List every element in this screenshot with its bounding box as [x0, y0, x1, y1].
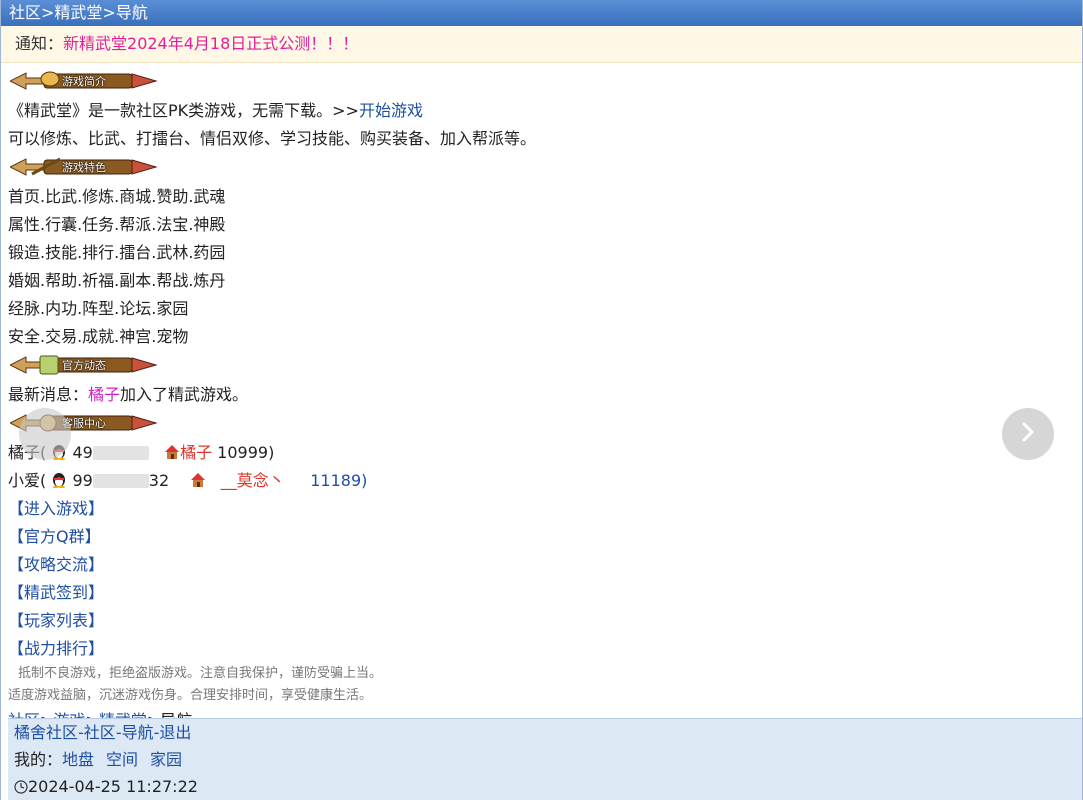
footer-home-link[interactable]: 橘舍社区: [14, 723, 78, 742]
service-row-1: 橘子( 49 橘子 10999): [8, 439, 1075, 467]
masked-region: [92, 474, 149, 488]
masked-region: [92, 446, 149, 460]
qq-number: 49: [72, 443, 93, 462]
badge-features-label: 游戏特色: [62, 161, 106, 174]
footer-mine: 我的：地盘 空间 家园: [14, 746, 1082, 773]
footer-community-link[interactable]: 社区: [84, 723, 116, 742]
start-game-link[interactable]: 开始游戏: [359, 101, 423, 120]
intro-line-2: 可以修炼、比武、打擂台、情侣双修、学习技能、购买装备、加入帮派等。: [8, 129, 537, 148]
section-badge-intro: 游戏简介: [10, 70, 160, 92]
qq-number-tail: 32: [148, 471, 170, 490]
section-badge-features: 游戏特色: [10, 156, 160, 178]
player-id: 11189): [310, 471, 368, 490]
notice-bar: 通知：新精武堂2024年4月18日正式公测！！！: [1, 26, 1082, 63]
news-line: 最新消息：橘子加入了精武游戏。: [8, 381, 1075, 409]
next-page-button[interactable]: [1002, 408, 1054, 460]
top-breadcrumb: 社区>精武堂>导航: [1, 0, 1082, 26]
menu-link-row: 【战力排行】: [8, 635, 1075, 663]
main-content: 游戏简介 《精武堂》是一款社区PK类游戏，无需下载。>>开始游戏 可以修炼、比武…: [1, 63, 1082, 735]
feature-row: 安全.交易.成就.神宫.宠物: [8, 327, 189, 346]
disclaimer-line-1: 抵制不良游戏，拒绝盗版游戏。注意自我保护，谨防受骗上当。: [18, 666, 383, 681]
current-time: 2024-04-25 11:27:22: [28, 777, 198, 796]
intro-line-1: 《精武堂》是一款社区PK类游戏，无需下载。>>开始游戏: [8, 97, 1075, 125]
menu-link-row: 【官方Q群】: [8, 523, 1075, 551]
feature-row: 属性.行囊.任务.帮派.法宝.神殿: [8, 215, 226, 234]
footer-nav: 橘舍社区-社区-导航-退出: [14, 719, 1082, 746]
notice-message: 新精武堂2024年4月18日正式公测: [63, 34, 311, 53]
player-id: 10999): [217, 443, 275, 462]
house-icon: [190, 469, 206, 497]
clock-icon: [14, 775, 28, 800]
carousel-prev-overlay[interactable]: [19, 408, 71, 460]
service-player-link[interactable]: __莫念丶: [221, 471, 285, 490]
strategy-link[interactable]: 【攻略交流】: [8, 555, 104, 574]
service-row-2: 小爱( 99 32 __莫念丶 11189): [8, 467, 1075, 495]
player-list-link[interactable]: 【玩家列表】: [8, 611, 104, 630]
badge-news-label: 官方动态: [62, 359, 106, 372]
feature-row: 锻造.技能.排行.擂台.武林.药园: [8, 243, 226, 262]
intro-text: 《精武堂》是一款社区PK类游戏，无需下载。>>: [8, 101, 359, 120]
footer-panel: 橘舍社区-社区-导航-退出 我的：地盘 空间 家园 2024-04-25 11:27…: [8, 718, 1082, 800]
news-user-link[interactable]: 橘子: [88, 385, 120, 404]
menu-link-row: 【精武签到】: [8, 579, 1075, 607]
menu-link-row: 【进入游戏】: [8, 495, 1075, 523]
page: 社区>精武堂>导航 通知：新精武堂2024年4月18日正式公测！！！ 游戏简介 …: [0, 0, 1083, 800]
menu-link-row: 【玩家列表】: [8, 607, 1075, 635]
badge-intro-label: 游戏简介: [62, 75, 106, 88]
footer-clock: 2024-04-25 11:27:22: [14, 773, 1082, 800]
qq-penguin-icon: [51, 469, 67, 497]
checkin-link[interactable]: 【精武签到】: [8, 583, 104, 602]
section-badge-news: 官方动态: [10, 354, 160, 376]
notice-label: 通知：: [15, 34, 64, 53]
power-ranking-link[interactable]: 【战力排行】: [8, 639, 104, 658]
menu-link-row: 【攻略交流】: [8, 551, 1075, 579]
service-player-link[interactable]: 橘子: [180, 443, 212, 462]
official-qq-group-link[interactable]: 【官方Q群】: [8, 527, 101, 546]
chevron-right-icon: [1018, 420, 1038, 448]
disclaimer-line-2: 适度游戏益脑，沉迷游戏伤身。合理安排时间，享受健康生活。: [8, 688, 373, 703]
house-icon: [164, 441, 180, 469]
service-name: 小爱(: [8, 471, 47, 490]
top-breadcrumb-text: 社区>精武堂>导航: [9, 3, 148, 22]
news-prefix: 最新消息：: [8, 385, 89, 404]
mine-territory-link[interactable]: 地盘: [62, 750, 94, 769]
feature-row: 婚姻.帮助.祈福.副本.帮战.炼丹: [8, 271, 226, 290]
feature-row: 经脉.内功.阵型.论坛.家园: [8, 299, 189, 318]
mine-label: 我的：: [14, 750, 63, 769]
enter-game-link[interactable]: 【进入游戏】: [8, 499, 104, 518]
mine-home-link[interactable]: 家园: [150, 750, 182, 769]
qq-number: 99: [72, 471, 93, 490]
footer-nav-link[interactable]: 导航: [122, 723, 154, 742]
news-suffix: 加入了精武游戏。: [120, 385, 249, 404]
footer-logout-link[interactable]: 退出: [159, 723, 191, 742]
notice-suffix: ！！！: [310, 34, 359, 53]
feature-row: 首页.比武.修炼.商城.赞助.武魂: [8, 187, 226, 206]
mine-space-link[interactable]: 空间: [106, 750, 138, 769]
